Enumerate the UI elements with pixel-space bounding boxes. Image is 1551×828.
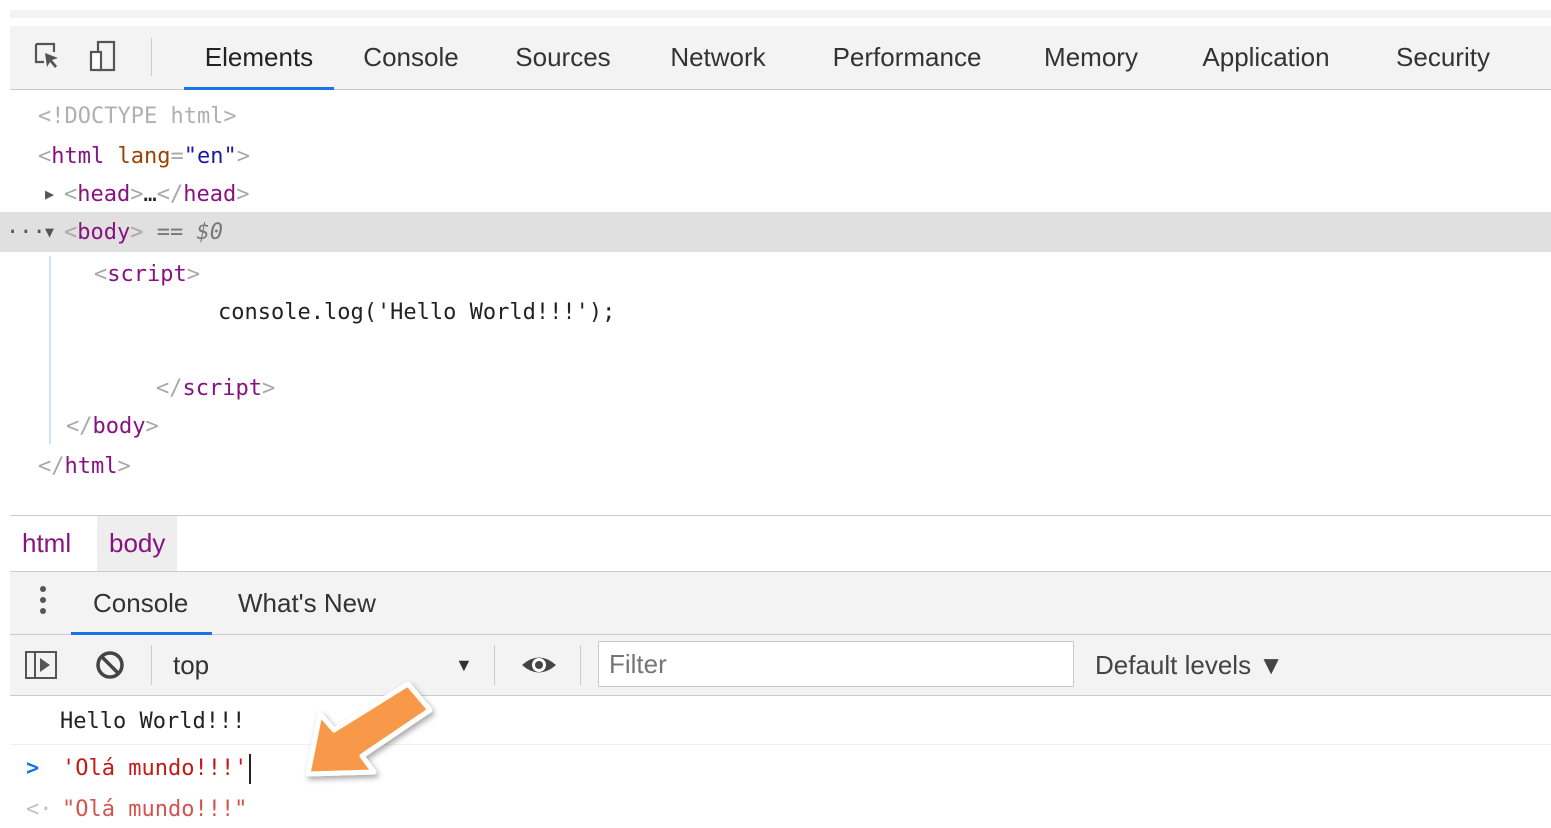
head-close-tag-name: head <box>183 182 237 207</box>
tab-network[interactable]: Network <box>657 26 779 89</box>
tab-application[interactable]: Application <box>1188 26 1344 89</box>
selected-node-marker: == $0 <box>156 220 223 245</box>
script-close-node[interactable]: </script> <box>156 370 275 408</box>
prompt-chevron-icon: > <box>26 756 40 781</box>
body-tag-name: body <box>77 220 131 245</box>
log-levels-dropdown[interactable]: Default levels ▼ <box>1095 635 1284 695</box>
input-expression: 'Olá mundo!!!' <box>62 756 248 781</box>
return-arrow-icon: <· <box>26 797 53 822</box>
chevron-down-icon[interactable]: ▼ <box>455 635 473 695</box>
drawer-tabbar: Console What's New <box>10 572 1551 635</box>
annotation-arrow-icon <box>305 681 433 777</box>
body-node[interactable]: <body> == $0 <box>64 214 223 252</box>
text-cursor <box>249 754 252 784</box>
console-input-text[interactable]: 'Olá mundo!!!' <box>62 748 252 790</box>
window-divider <box>10 10 1551 18</box>
doctype-node[interactable]: <!DOCTYPE html> <box>38 98 237 136</box>
sidebar-toggle-icon[interactable] <box>24 649 58 681</box>
html-attr-name: lang <box>117 144 171 169</box>
device-toolbar-icon[interactable] <box>88 40 120 72</box>
head-node[interactable]: <head>…</head> <box>64 176 249 214</box>
log-text: Hello World!!! <box>60 709 246 734</box>
head-tag-name: head <box>77 182 131 207</box>
script-close-tag-name: script <box>182 376 262 401</box>
toolbar-separator <box>151 645 152 685</box>
breadcrumb-body[interactable]: body <box>97 516 178 571</box>
toolbar-separator <box>151 38 152 76</box>
breadcrumb-html[interactable]: html <box>10 516 83 571</box>
script-tag-name: script <box>107 262 187 287</box>
inspect-element-icon[interactable] <box>32 40 64 72</box>
body-close-tag-name: body <box>92 414 146 439</box>
script-node[interactable]: <script> <box>94 256 200 294</box>
tab-memory[interactable]: Memory <box>1030 26 1152 89</box>
drawer-tab-whats-new[interactable]: What's New <box>238 572 376 634</box>
devtools-toolbar: Elements Console Sources Network Perform… <box>10 26 1551 90</box>
html-attr-value: "en" <box>183 144 237 169</box>
collapse-triangle-icon[interactable]: ▼ <box>45 223 54 241</box>
eye-icon[interactable] <box>520 649 558 681</box>
toolbar-separator <box>494 645 495 685</box>
tab-performance[interactable]: Performance <box>818 26 996 89</box>
browser-top-edge <box>0 0 1551 10</box>
html-close-tag-name: html <box>64 454 118 479</box>
tree-indent-guide <box>49 256 51 444</box>
context-selector[interactable]: top <box>173 635 209 695</box>
head-ellipsis: … <box>143 182 157 207</box>
html-tag-name: html <box>51 144 105 169</box>
expand-triangle-icon[interactable]: ▶ <box>45 185 54 203</box>
console-log-message: Hello World!!! <box>10 700 1551 745</box>
breadcrumb: html body <box>10 515 1551 572</box>
tab-security[interactable]: Security <box>1384 26 1502 89</box>
selected-node-highlight <box>0 212 1551 252</box>
elements-tree: <!DOCTYPE html> <html lang="en"> ▶ <head… <box>0 98 1551 510</box>
tab-elements[interactable]: Elements <box>184 26 334 90</box>
console-toolbar: top ▼ Default levels ▼ <box>10 635 1551 696</box>
toolbar-separator <box>580 645 581 685</box>
result-text: "Olá mundo!!!" <box>62 797 248 822</box>
drawer-menu-icon[interactable] <box>38 586 48 620</box>
html-close-node[interactable]: </html> <box>38 448 131 486</box>
node-actions-dots[interactable]: ··· <box>6 214 46 252</box>
tab-console[interactable]: Console <box>353 26 469 89</box>
tab-sources[interactable]: Sources <box>507 26 619 89</box>
body-close-node[interactable]: </body> <box>66 408 159 446</box>
console-result-line: <· "Olá mundo!!!" <box>10 792 1551 828</box>
drawer-tab-console[interactable]: Console <box>70 572 213 635</box>
script-content[interactable]: console.log('Hello World!!!'); <box>218 294 615 332</box>
console-input-line[interactable]: > 'Olá mundo!!!' <box>10 748 1551 790</box>
html-node[interactable]: <html lang="en"> <box>38 138 250 176</box>
filter-input[interactable] <box>598 641 1074 687</box>
clear-console-icon[interactable] <box>94 649 126 681</box>
